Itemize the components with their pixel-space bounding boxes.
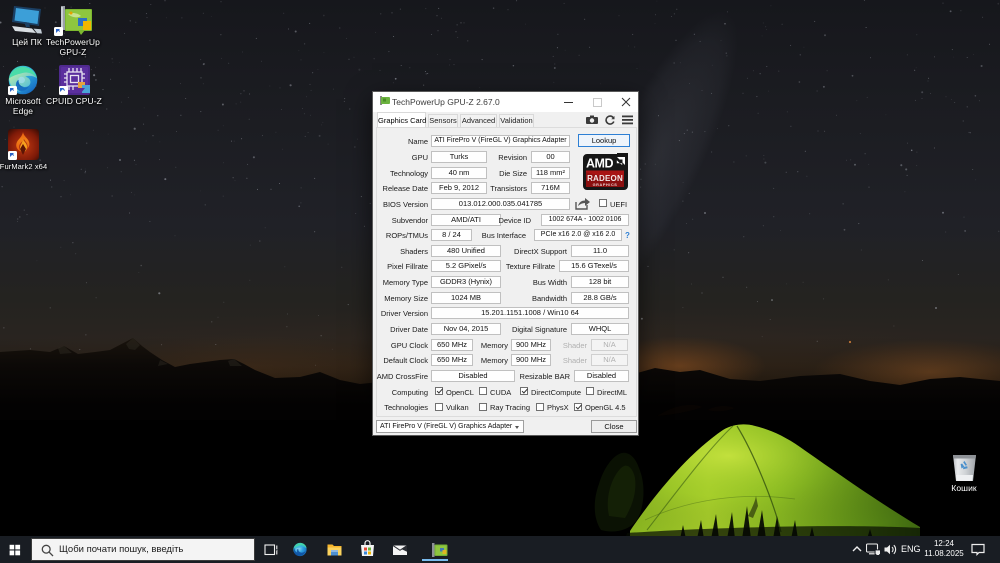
svg-text:RADEON: RADEON <box>587 174 623 183</box>
svg-text:GRAPHICS: GRAPHICS <box>593 183 618 187</box>
svg-text:AMD: AMD <box>586 157 613 171</box>
